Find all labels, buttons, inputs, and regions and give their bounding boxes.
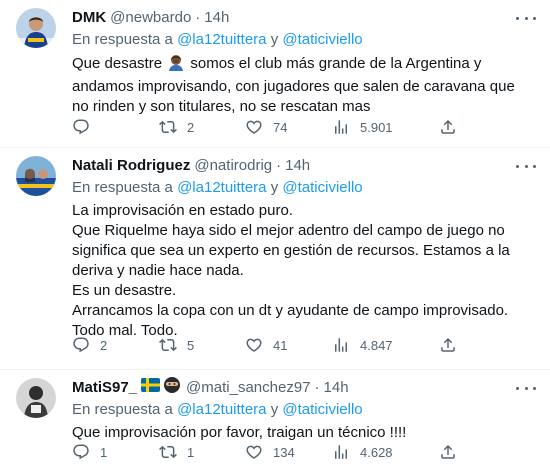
timestamp[interactable]: 14h xyxy=(285,156,310,176)
tweet-actions: 2 74 5.901 xyxy=(72,117,534,137)
like-button[interactable]: 41 xyxy=(245,336,287,354)
separator-dot: · xyxy=(195,9,201,26)
retweet-icon xyxy=(159,120,177,134)
tweet-text: Que desastre somos el club más grande de… xyxy=(72,53,534,117)
views-icon xyxy=(335,445,347,459)
tweet[interactable]: Natali Rodriguez @natirodrig · 14h En re… xyxy=(0,148,550,370)
share-icon xyxy=(441,119,455,134)
share-button[interactable] xyxy=(439,118,457,136)
author-handle[interactable]: @newbardo xyxy=(110,8,191,28)
retweet-count: 5 xyxy=(187,337,195,353)
reply-icon xyxy=(73,119,89,135)
heart-icon xyxy=(246,338,262,352)
retweet-icon xyxy=(159,445,177,459)
separator-dot: · xyxy=(314,379,320,396)
mention-link[interactable]: @taticiviello xyxy=(282,179,362,196)
tweet-text-line: Arrancamos la copa con un dt y ayudante … xyxy=(72,302,509,319)
reply-context: En respuesta a @la12tuittera y @taticivi… xyxy=(72,30,534,50)
reply-icon xyxy=(73,337,89,353)
reply-conjunction: y xyxy=(270,31,279,48)
heart-icon xyxy=(246,120,262,134)
share-button[interactable] xyxy=(439,443,457,461)
tweet[interactable]: DMK @newbardo · 14h En respuesta a @la12… xyxy=(0,0,550,148)
author-name[interactable]: DMK xyxy=(72,8,106,28)
views-count: 4.847 xyxy=(360,337,393,353)
tweet-text-line: Que improvisación por favor, traigan un … xyxy=(72,424,407,441)
separator-dot: · xyxy=(276,157,282,174)
views-button[interactable]: 4.847 xyxy=(332,336,393,354)
like-count: 74 xyxy=(273,119,288,135)
ninja-emoji-icon xyxy=(163,376,181,400)
share-button[interactable] xyxy=(439,336,457,354)
heart-icon xyxy=(246,445,262,459)
mention-link[interactable]: @taticiviello xyxy=(282,31,362,48)
avatar[interactable] xyxy=(16,378,56,418)
mention-link[interactable]: @la12tuittera xyxy=(177,31,266,48)
views-button[interactable]: 5.901 xyxy=(332,118,393,136)
reply-icon xyxy=(73,444,89,460)
views-icon xyxy=(335,338,347,352)
reply-button[interactable]: 1 xyxy=(72,443,107,461)
more-icon[interactable] xyxy=(516,380,536,396)
views-count: 4.628 xyxy=(360,444,393,460)
mention-link[interactable]: @la12tuittera xyxy=(177,401,266,418)
views-count: 5.901 xyxy=(360,119,393,135)
reply-conjunction: y xyxy=(270,179,279,196)
like-button[interactable]: 134 xyxy=(245,443,295,461)
tweet-text-line: La improvisación en estado puro. xyxy=(72,202,293,219)
tweet-text: La improvisación en estado puro. Que Riq… xyxy=(72,201,534,341)
reply-conjunction: y xyxy=(270,401,279,418)
retweet-button[interactable]: 5 xyxy=(159,336,194,354)
tweet-text: Que improvisación por favor, traigan un … xyxy=(72,423,534,443)
more-icon[interactable] xyxy=(516,158,536,174)
tweet-text-line: Es un desastre. xyxy=(72,282,177,299)
like-count: 41 xyxy=(273,337,288,353)
retweet-count: 2 xyxy=(187,119,195,135)
sweden-flag-icon xyxy=(141,378,161,398)
timestamp[interactable]: 14h xyxy=(204,8,229,28)
author-handle[interactable]: @mati_sanchez97 xyxy=(186,378,310,398)
author-handle[interactable]: @natirodrig xyxy=(194,156,272,176)
reply-count: 2 xyxy=(100,337,108,353)
author-name[interactable]: MatiS97_ xyxy=(72,378,137,398)
avatar[interactable] xyxy=(16,156,56,196)
retweet-button[interactable]: 2 xyxy=(159,118,194,136)
timestamp[interactable]: 14h xyxy=(324,378,349,398)
tweet-text-line: Que Riquelme haya sido el mejor adentro … xyxy=(72,222,510,279)
reply-button[interactable] xyxy=(72,118,100,136)
facepalm-emoji-icon xyxy=(167,53,185,77)
avatar[interactable] xyxy=(16,8,56,48)
views-button[interactable]: 4.628 xyxy=(332,443,393,461)
reply-prefix: En respuesta a xyxy=(72,31,173,48)
reply-prefix: En respuesta a xyxy=(72,401,173,418)
reply-button[interactable]: 2 xyxy=(72,336,107,354)
tweet-text-part: Que desastre xyxy=(72,55,163,72)
reply-context: En respuesta a @la12tuittera y @taticivi… xyxy=(72,178,534,198)
reply-context: En respuesta a @la12tuittera y @taticivi… xyxy=(72,400,534,420)
retweet-button[interactable]: 1 xyxy=(159,443,194,461)
views-icon xyxy=(335,120,347,134)
retweet-icon xyxy=(159,338,177,352)
mention-link[interactable]: @taticiviello xyxy=(282,401,362,418)
tweet-actions: 2 5 41 4.847 xyxy=(72,335,534,355)
like-button[interactable]: 74 xyxy=(245,118,287,136)
share-icon xyxy=(441,337,455,352)
tweet[interactable]: MatiS97_ @mati_sanchez97 · 14h En respue… xyxy=(0,370,550,473)
more-icon[interactable] xyxy=(516,10,536,26)
reply-count: 1 xyxy=(100,444,108,460)
retweet-count: 1 xyxy=(187,444,195,460)
reply-prefix: En respuesta a xyxy=(72,179,173,196)
like-count: 134 xyxy=(273,444,295,460)
tweet-actions: 1 1 134 4.628 xyxy=(72,442,534,462)
share-icon xyxy=(441,444,455,459)
author-name[interactable]: Natali Rodriguez xyxy=(72,156,190,176)
mention-link[interactable]: @la12tuittera xyxy=(177,179,266,196)
